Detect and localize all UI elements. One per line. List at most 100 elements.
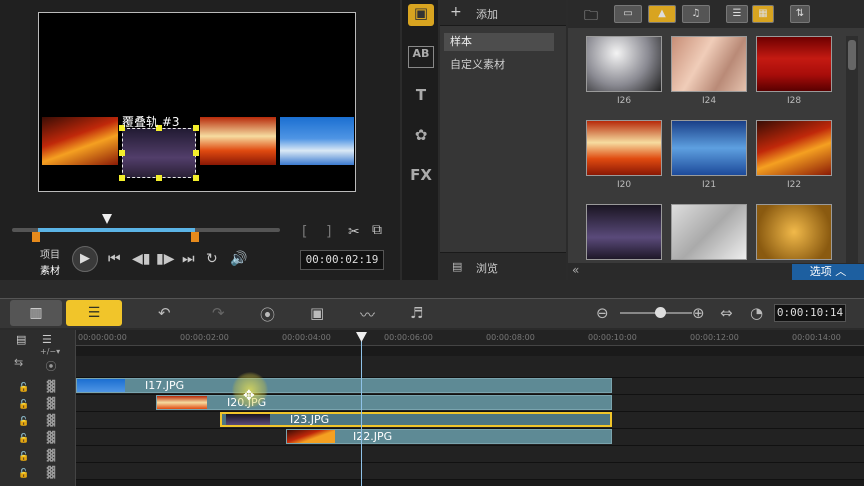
library-tile[interactable]: [586, 120, 662, 176]
fit-project-icon[interactable]: ⇔: [720, 304, 733, 322]
clip-label: I22.JPG: [353, 430, 393, 443]
media-icon[interactable]: ▣: [408, 4, 434, 26]
library-tile[interactable]: [756, 120, 832, 176]
video-track-icon[interactable]: ⇆: [14, 356, 23, 369]
clip-thumb-i23: [200, 117, 276, 165]
title-icon[interactable]: T: [408, 86, 434, 108]
zoom-slider-knob[interactable]: [655, 307, 666, 318]
split-clip-icon[interactable]: ✂: [348, 224, 360, 240]
go-end-icon[interactable]: ⏭: [182, 251, 195, 267]
overlay-track-icon[interactable]: ▓: [38, 466, 64, 482]
preview-timecode[interactable]: 00:00:02:19: [300, 250, 384, 270]
gallery-scrollbar[interactable]: [846, 36, 858, 276]
lock-icon[interactable]: 🔓: [18, 434, 29, 444]
timeline-playhead[interactable]: [361, 338, 362, 486]
folder-item-sample[interactable]: 样本: [444, 33, 554, 51]
prev-frame-icon[interactable]: ◀▮: [132, 251, 150, 267]
trim-out-marker[interactable]: [191, 232, 199, 242]
options-button[interactable]: 选项 ︿: [792, 264, 864, 280]
library-tile[interactable]: [756, 36, 832, 92]
lock-icon[interactable]: 🔓: [18, 452, 29, 462]
auto-music-icon[interactable]: ♬: [410, 304, 423, 322]
library-tile[interactable]: [671, 204, 747, 260]
add-remove-chapter[interactable]: +/−▾: [40, 347, 60, 356]
lock-icon[interactable]: 🔓: [18, 400, 29, 410]
library-tile[interactable]: [586, 204, 662, 260]
timeline-clip[interactable]: I22.JPG: [286, 429, 612, 444]
thumbnail-view-icon[interactable]: ▦: [752, 5, 774, 23]
project-duration[interactable]: 0:00:10:14: [774, 304, 846, 322]
overlay-track[interactable]: [76, 463, 864, 480]
mix-icon[interactable]: ▣: [310, 304, 324, 322]
transition-icon[interactable]: AB: [408, 46, 434, 68]
redo-icon[interactable]: ↷: [212, 304, 225, 322]
resize-handle[interactable]: [119, 175, 125, 181]
play-button[interactable]: ▶: [72, 246, 98, 272]
next-frame-icon[interactable]: ▮▶: [156, 251, 174, 267]
clip-label: I17.JPG: [145, 379, 185, 392]
timeline-view-button[interactable]: ☰: [66, 300, 122, 326]
folder-item-custom[interactable]: 自定义素材: [450, 56, 505, 72]
video-track[interactable]: [76, 356, 864, 378]
overlay-track-icon[interactable]: ▓: [38, 431, 64, 447]
library-tile[interactable]: [756, 204, 832, 260]
browse-icon[interactable]: ▤: [452, 260, 462, 273]
image-filter-icon[interactable]: ▲: [648, 5, 676, 23]
collapse-library-icon[interactable]: «: [572, 263, 579, 277]
resize-handle[interactable]: [193, 175, 199, 181]
resize-handle[interactable]: [156, 175, 162, 181]
sort-icon[interactable]: ⇅: [790, 5, 810, 23]
zoom-in-icon[interactable]: ⊕: [692, 304, 705, 322]
overlay-track-icon[interactable]: ▓: [38, 449, 64, 465]
browse-button[interactable]: 浏览: [476, 260, 498, 276]
video-track-reel-icon[interactable]: ⦿: [38, 358, 64, 374]
resize-handle[interactable]: [193, 125, 199, 131]
repeat-icon[interactable]: ↻: [206, 251, 218, 267]
go-start-icon[interactable]: ⏮: [108, 251, 121, 267]
library-tile[interactable]: [671, 36, 747, 92]
library-tile[interactable]: [671, 120, 747, 176]
storyboard-view-button[interactable]: ▥: [10, 300, 62, 326]
mode-clip[interactable]: 素材: [40, 262, 60, 277]
overlay-track-icon[interactable]: ▓: [38, 397, 64, 413]
trim-in-marker[interactable]: [32, 232, 40, 242]
mark-in-button[interactable]: [: [302, 224, 307, 240]
overlay-track[interactable]: [76, 446, 864, 463]
mode-project[interactable]: 项目: [40, 246, 60, 261]
overlay-track-icon[interactable]: ▓: [38, 380, 64, 396]
plus-icon[interactable]: +: [450, 4, 462, 20]
timeline-clip[interactable]: I20.JPG: [156, 395, 612, 410]
clip-thumb-i20: [42, 117, 118, 165]
enlarge-preview-icon[interactable]: ⧉: [372, 222, 382, 238]
volume-icon[interactable]: 🔊: [230, 251, 247, 267]
add-folder-button[interactable]: 添加: [476, 6, 498, 22]
overlay-track-label: 覆叠轨 #3: [122, 115, 180, 129]
audio-filter-icon[interactable]: ♫: [682, 5, 710, 23]
ruler-label: 00:00:14:00: [792, 333, 841, 342]
filter-icon[interactable]: FX: [408, 166, 434, 188]
preview-screen[interactable]: [38, 12, 356, 192]
audio-wave-icon[interactable]: 〰: [360, 304, 375, 325]
gallery-scroll-thumb[interactable]: [848, 40, 856, 70]
lock-icon[interactable]: 🔓: [18, 417, 29, 427]
lock-icon[interactable]: 🔓: [18, 383, 29, 393]
graphic-icon[interactable]: ✿: [408, 126, 434, 148]
track-manager-icon[interactable]: ▤: [16, 333, 26, 346]
record-capture-icon[interactable]: ⦿: [260, 304, 275, 325]
zoom-out-icon[interactable]: ⊖: [596, 304, 609, 322]
folder-icon[interactable]: 🗀: [584, 5, 598, 29]
resize-handle[interactable]: [193, 150, 199, 156]
overlay-track-icon[interactable]: ▓: [38, 414, 64, 430]
overlay-clip-selection[interactable]: [122, 128, 196, 178]
lock-icon[interactable]: 🔓: [18, 469, 29, 479]
resize-handle[interactable]: [119, 150, 125, 156]
track-list-icon[interactable]: ☰: [42, 333, 52, 346]
ruler-label: 00:00:00:00: [78, 333, 127, 342]
mark-out-button[interactable]: ]: [326, 224, 331, 240]
undo-icon[interactable]: ↶: [158, 304, 171, 322]
timeline-clip-selected[interactable]: I23.JPG: [220, 412, 612, 427]
timeline-clip[interactable]: I17.JPG: [76, 378, 612, 393]
video-filter-icon[interactable]: ▭: [614, 5, 642, 23]
list-view-icon[interactable]: ☰: [726, 5, 748, 23]
library-tile[interactable]: [586, 36, 662, 92]
